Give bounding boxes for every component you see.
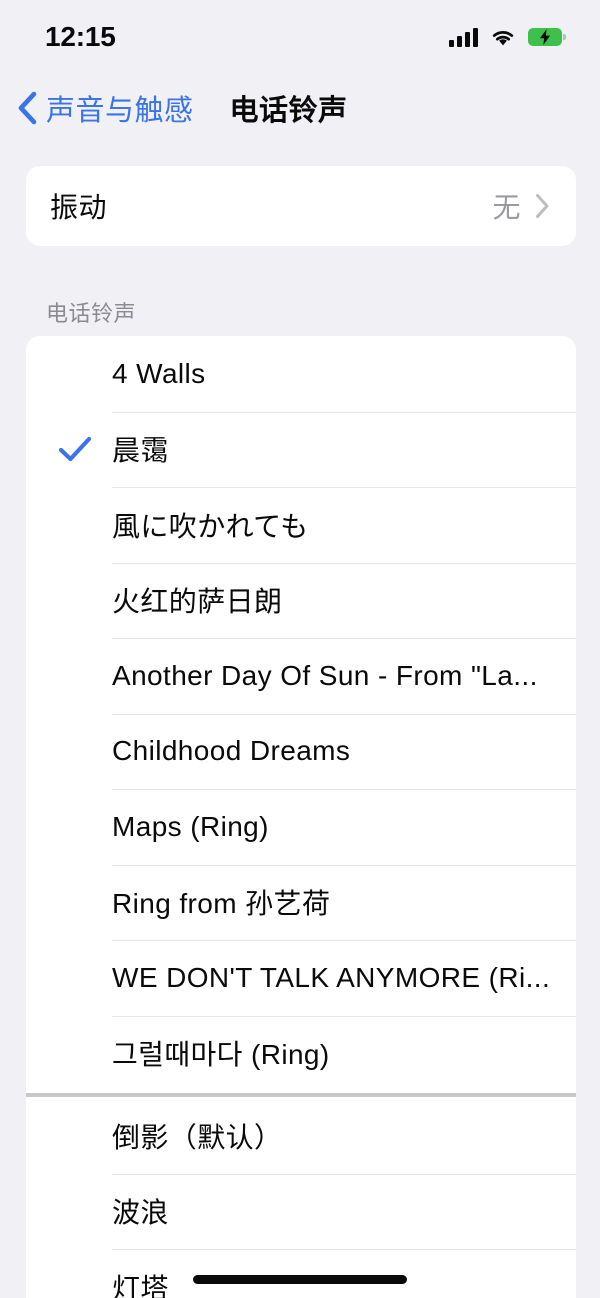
ringtone-row[interactable]: Ring from 孙艺荷	[26, 864, 576, 941]
ringtone-label: Childhood Dreams	[112, 735, 351, 767]
ringtone-row[interactable]: Maps (Ring)	[26, 789, 576, 865]
ringtone-label: Maps (Ring)	[112, 810, 269, 842]
vibration-value-group: 无	[492, 186, 550, 226]
wifi-icon	[492, 31, 514, 46]
battery-charging-icon	[528, 28, 566, 46]
ringtone-row[interactable]: Another Day Of Sun - From "La...	[26, 638, 576, 714]
ringtone-row[interactable]: 4 Walls	[26, 336, 576, 412]
ringtone-label: 風に吹かれても	[112, 510, 309, 542]
ringtone-row[interactable]: 倒影（默认）	[26, 1098, 576, 1174]
ringtone-row[interactable]: 그럴때마다 (Ring)	[26, 1015, 576, 1092]
ringtone-list: 4 Walls 晨霭風に吹かれても 火红的萨日朗 Another Day Of Sun…	[26, 336, 576, 1298]
ringtone-row[interactable]: 晨霭	[26, 411, 576, 488]
ringtone-label: 晨霭	[112, 435, 169, 467]
vibration-value: 无	[492, 192, 521, 223]
ringtone-label: 倒影（默认）	[112, 1121, 283, 1153]
ringtone-label: 火红的萨日朗	[112, 586, 283, 618]
page-title: 电话铃声	[229, 95, 348, 127]
ringtone-label: WE DON'T TALK ANYMORE (Ri...	[112, 961, 551, 993]
ringtone-label: Ring from 孙艺荷	[112, 888, 331, 920]
vibration-row[interactable]: 振动 无	[26, 166, 576, 246]
ringtone-row[interactable]: 波浪	[26, 1173, 576, 1250]
home-indicator-bar[interactable]	[193, 1275, 407, 1284]
back-button-label: 声音与触感	[46, 95, 194, 127]
ringtone-label: Another Day Of Sun - From "La...	[112, 659, 538, 691]
ringtone-row[interactable]: Childhood Dreams	[26, 713, 576, 790]
ringtone-label: 灯塔	[112, 1272, 169, 1298]
status-bar: 12:15	[0, 0, 600, 70]
ringtone-row[interactable]: 風に吹かれても	[26, 487, 576, 563]
navigation-bar: 声音与触感 电话铃声	[0, 70, 600, 146]
ringtone-label: 4 Walls	[112, 357, 206, 389]
section-header-ringtone: 电话铃声	[46, 301, 137, 326]
cellular-signal-icon	[449, 27, 478, 47]
ringtone-label: 波浪	[112, 1197, 169, 1229]
vibration-label: 振动	[50, 192, 108, 223]
group-divider	[26, 1091, 576, 1098]
ringtone-row[interactable]: 火红的萨日朗	[26, 562, 576, 639]
chevron-right-icon	[536, 194, 549, 218]
checkmark-icon	[58, 437, 92, 462]
back-button[interactable]: 声音与触感	[16, 87, 194, 129]
status-bar-indicators	[449, 23, 566, 47]
iphone-screen: 12:15 声音与触感 电话铃声 振动 无 电话铃声 4 Walls 晨霭 風に…	[0, 0, 600, 1298]
chevron-left-icon	[18, 91, 37, 125]
ringtone-row[interactable]: 灯塔	[26, 1249, 576, 1298]
ringtone-row[interactable]: WE DON'T TALK ANYMORE (Ri...	[26, 940, 576, 1016]
ringtone-group-custom: 4 Walls 晨霭風に吹かれても 火红的萨日朗 Another Day Of Sun…	[26, 336, 576, 1091]
status-bar-time: 12:15	[45, 21, 116, 52]
ringtone-group-system: 倒影（默认） 波浪灯塔	[26, 1098, 576, 1298]
ringtone-label: 그럴때마다 (Ring)	[112, 1039, 330, 1071]
